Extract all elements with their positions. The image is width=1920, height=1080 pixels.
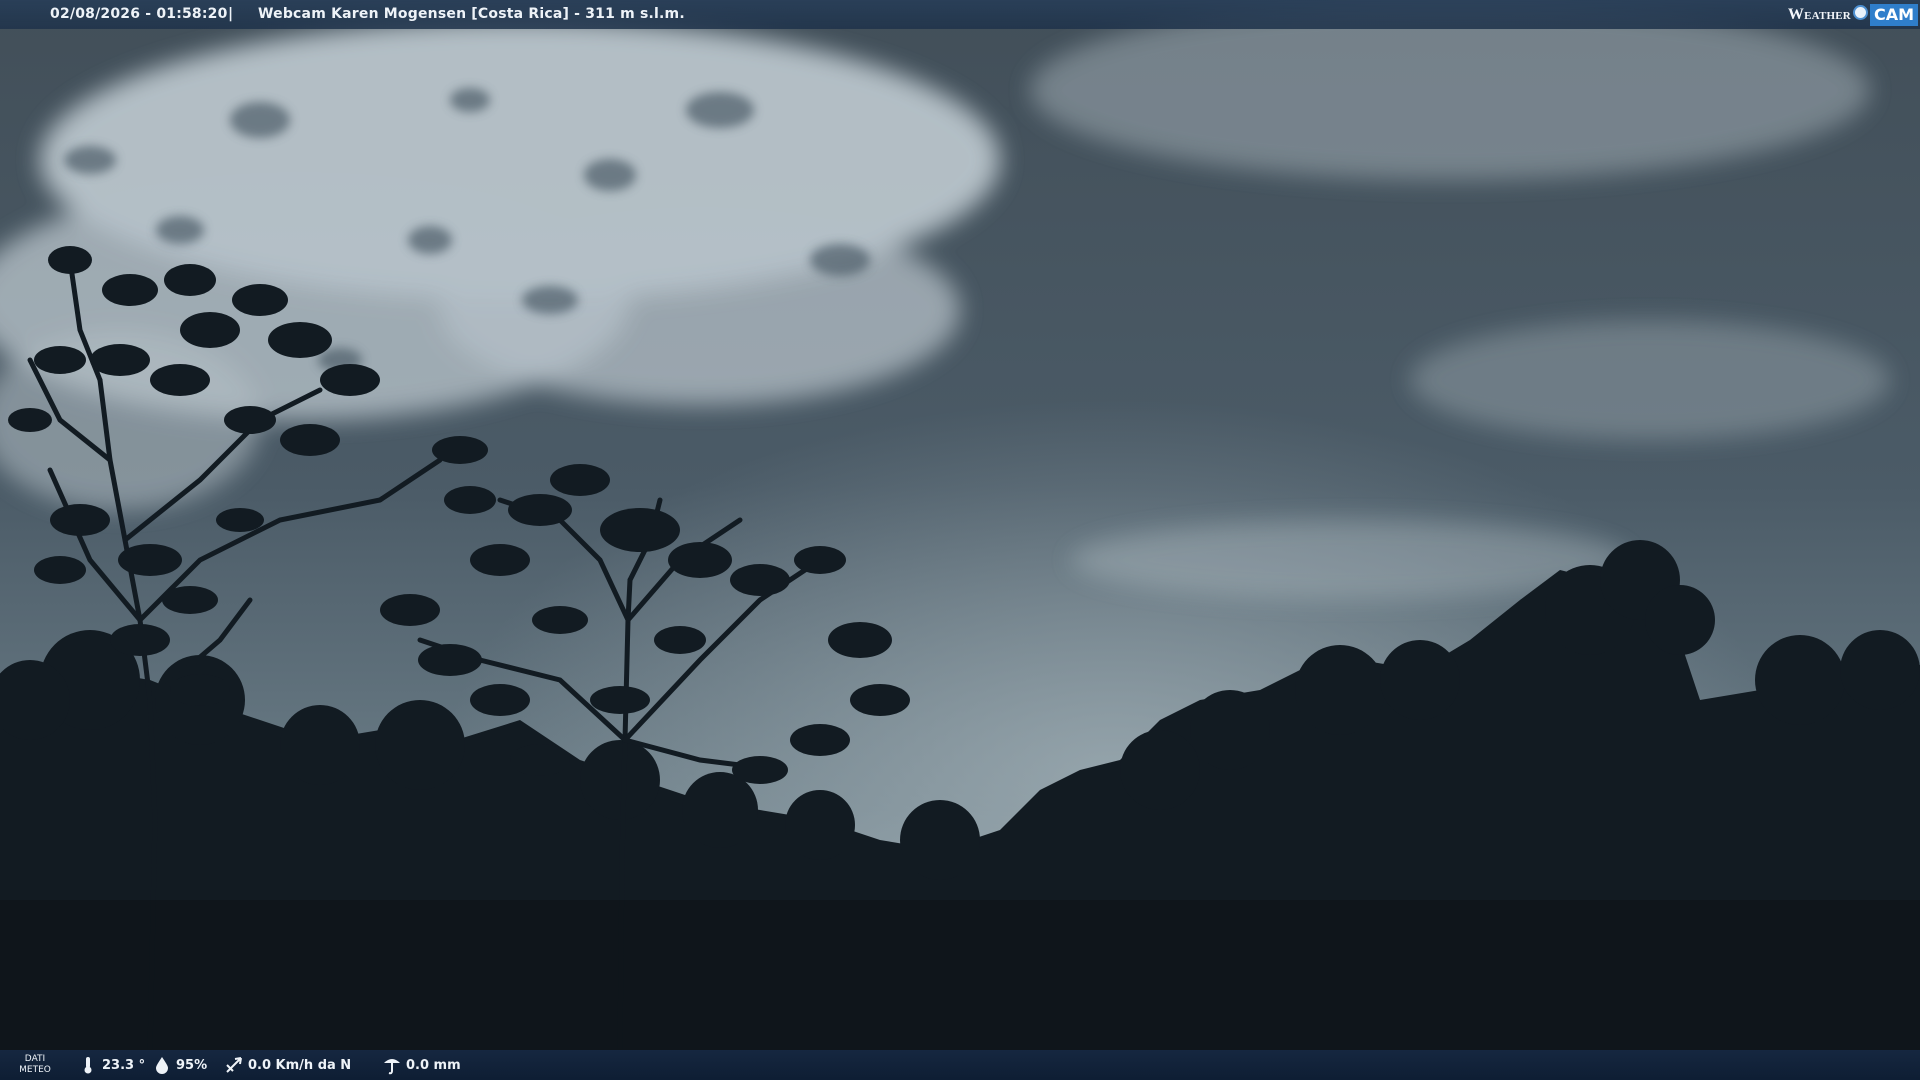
temperature-value: 23.3 ° bbox=[102, 1057, 146, 1073]
wind-reading: 0.0 Km/h da N bbox=[224, 1050, 351, 1080]
weather-data-bar: DATI METEO 23.3 ° 95% 0.0 Km/h da N 0.0 … bbox=[0, 1050, 1920, 1080]
weather-data-label: DATI METEO bbox=[19, 1054, 51, 1075]
night-landscape-photo bbox=[0, 0, 1920, 1080]
logo-text-weather: Weather bbox=[1787, 5, 1851, 23]
datetime-stamp: 02/08/2026 - 01:58:20 bbox=[50, 6, 228, 22]
rain-value: 0.0 mm bbox=[406, 1057, 461, 1073]
humidity-reading: 95% bbox=[152, 1050, 207, 1080]
thermometer-icon bbox=[84, 1057, 92, 1074]
separator: | bbox=[228, 6, 234, 22]
rain-reading: 0.0 mm bbox=[382, 1050, 461, 1080]
logo-text-cam: CAM bbox=[1869, 3, 1918, 26]
webcam-image bbox=[0, 0, 1920, 1080]
logo-dot-icon bbox=[1852, 5, 1868, 20]
webcam-title: Webcam Karen Mogensen [Costa Rica] - 311… bbox=[258, 6, 685, 22]
temperature-reading: 23.3 ° bbox=[78, 1050, 145, 1080]
humidity-value: 95% bbox=[176, 1057, 208, 1073]
wind-value: 0.0 Km/h da N bbox=[248, 1057, 352, 1073]
weathercam-logo[interactable]: Weather CAM bbox=[1788, 2, 1918, 27]
wind-direction-icon bbox=[226, 1057, 242, 1073]
humidity-drop-icon bbox=[156, 1057, 168, 1074]
top-info-bar: 02/08/2026 - 01:58:20 | Webcam Karen Mog… bbox=[0, 0, 1920, 29]
rain-gauge-icon bbox=[384, 1059, 400, 1075]
